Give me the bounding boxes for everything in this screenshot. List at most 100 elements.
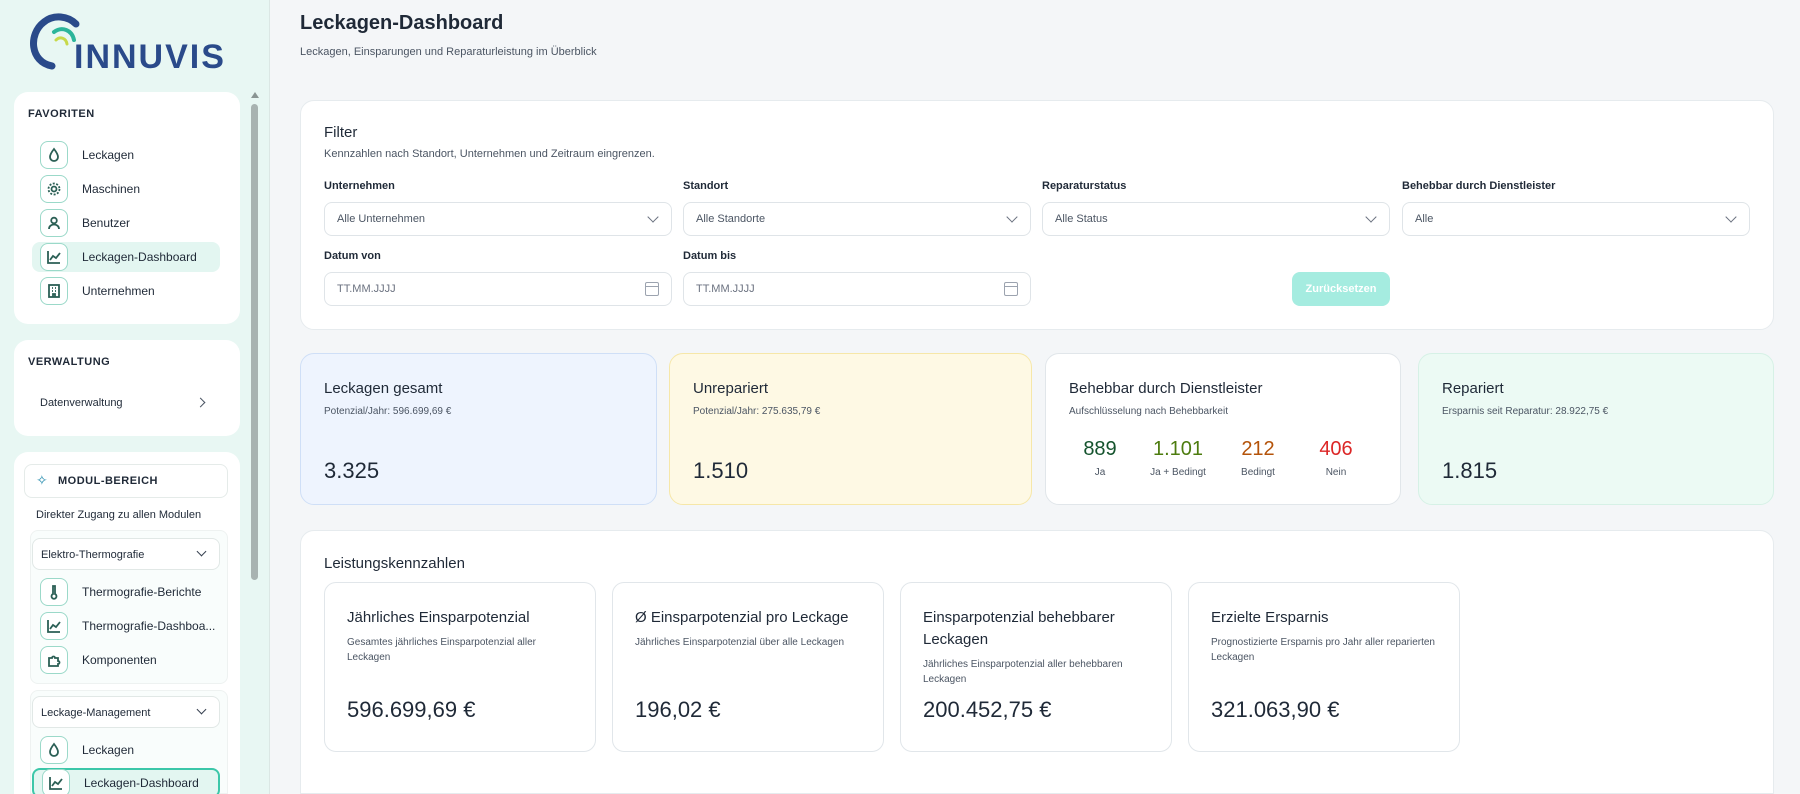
date-from-label: Datum von [324,250,381,262]
sidebar-item-leckagen-dashboard[interactable]: Leckagen-Dashboard [32,242,220,272]
kpi-total-sub: Potenzial/Jahr: 596.699,69 € [324,406,452,417]
line-chart-icon [40,243,68,271]
fixable-bedingt: 212 Bedingt [1218,438,1298,478]
sidebar-item-komponenten[interactable]: Komponenten [40,645,220,675]
perf-card-avg-potential: Ø Einsparpotenzial pro Leckage Jährliche… [612,582,884,752]
page-title: Leckagen-Dashboard [300,12,504,34]
chevron-down-icon [1006,211,1018,223]
thermometer-icon [40,578,68,606]
sidebar-item-label: Benutzer [82,216,131,230]
location-select-value: Alle Standorte [696,213,766,225]
kpi-repaired-title: Repariert [1442,380,1504,397]
module-subtitle: Direkter Zugang zu allen Modulen [36,509,202,521]
perf-card-value: 196,02 € [635,697,721,722]
kpi-fixable-card: Behebbar durch Dienstleister Aufschlüsse… [1045,353,1401,505]
sidebar-item-label: Leckagen [82,148,135,162]
location-select[interactable]: Alle Standorte [683,202,1031,236]
fixable-select[interactable]: Alle [1402,202,1750,236]
sidebar-item-leckagen-dashboard-2[interactable]: Leckagen-Dashboard [32,768,220,794]
kpi-total-value: 3.325 [324,458,380,483]
building-icon [40,277,68,305]
perf-card-value: 321.063,90 € [1211,697,1340,722]
sidebar-item-leckagen[interactable]: Leckagen [40,140,240,170]
fixable-ja-bedingt-value: 1.101 [1152,438,1204,460]
chevron-down-icon [1725,211,1737,223]
perf-card-value: 596.699,69 € [347,697,476,722]
chevron-down-icon [647,211,659,223]
perf-card-fixable-potential: Einsparpotenzial behebbarer Leckagen Jäh… [900,582,1172,752]
sidebar-item-datenverwaltung[interactable]: Datenverwaltung [40,388,210,418]
company-label: Unternehmen [324,180,395,192]
logo-text: INNUVIS [74,38,226,76]
chevron-down-icon [1365,211,1377,223]
sidebar-item-label: Datenverwaltung [40,397,123,409]
group-label: Leckage-Management [41,707,151,719]
module-title: MODUL-BEREICH [58,475,158,487]
page-subtitle: Leckagen, Einsparungen und Reparaturleis… [300,46,597,58]
company-select[interactable]: Alle Unternehmen [324,202,672,236]
date-to-input[interactable]: TT.MM.JJJJ [683,272,1031,306]
fixable-bedingt-label: Bedingt [1241,467,1275,478]
line-chart-icon [42,769,70,794]
fixable-select-value: Alle [1415,213,1434,225]
perf-card-title: Jährliches Einsparpotenzial [347,609,530,626]
kpi-total-title: Leckagen gesamt [324,380,443,397]
status-select-value: Alle Status [1055,213,1108,225]
sidebar-item-thermografie-berichte[interactable]: Thermografie-Berichte [40,577,220,607]
fixable-label: Behebbar durch Dienstleister [1402,180,1556,192]
sidebar-item-label: Leckagen-Dashboard [82,250,197,264]
sidebar-item-label: Thermografie-Dashboa... [82,619,216,633]
kpi-unrepaired-sub: Potenzial/Jahr: 275.635,79 € [693,406,821,417]
kpi-repaired-sub: Ersparnis seit Reparatur: 28.922,75 € [1442,406,1609,417]
sidebar-scrollbar[interactable] [251,104,258,580]
date-to-label: Datum bis [683,250,737,262]
logo[interactable]: INNUVIS [24,10,244,76]
performance-title: Leistungskennzahlen [324,555,465,572]
scroll-up-arrow[interactable] [251,92,259,98]
line-chart-icon [40,612,68,640]
group-toggle-thermografie[interactable]: Elektro-Thermografie [32,538,220,570]
kpi-total-card: Leckagen gesamt Potenzial/Jahr: 596.699,… [300,353,657,505]
sidebar-item-label: Maschinen [82,182,141,196]
location-label: Standort [683,180,729,192]
chevron-right-icon [195,397,206,408]
kpi-repaired-value: 1.815 [1442,458,1498,483]
sidebar-item-benutzer[interactable]: Benutzer [40,208,240,238]
company-select-value: Alle Unternehmen [337,213,426,225]
status-label: Reparaturstatus [1042,180,1127,192]
kpi-unrepaired-title: Unrepariert [693,380,769,397]
perf-card-annual-potential: Jährliches Einsparpotenzial Gesamtes jäh… [324,582,596,752]
chevron-down-icon [196,546,207,557]
group-label: Elektro-Thermografie [41,549,145,561]
sidebar-item-label: Unternehmen [82,284,155,298]
sparkle-icon: ✧ [36,472,48,488]
fixable-ja-label: Ja [1094,467,1106,478]
puzzle-icon [40,646,68,674]
calendar-icon[interactable] [1004,282,1018,296]
perf-card-sub: Prognostizierte Ersparnis pro Jahr aller… [1211,637,1435,663]
group-toggle-leckage[interactable]: Leckage-Management [32,696,220,728]
fixable-ja: 889 Ja [1060,438,1140,478]
sidebar-item-thermografie-dashboard[interactable]: Thermografie-Dashboa... [40,611,220,641]
status-select[interactable]: Alle Status [1042,202,1390,236]
sidebar-item-leckagen-2[interactable]: Leckagen [40,735,220,765]
perf-card-title: Ø Einsparpotenzial pro Leckage [635,609,849,626]
perf-card-sub: Gesamtes jährliches Einsparpotenzial all… [347,637,536,663]
filter-title: Filter [324,124,358,141]
fixable-nein-value: 406 [1319,438,1353,460]
kpi-fixable-title: Behebbar durch Dienstleister [1069,380,1263,397]
date-from-input[interactable]: TT.MM.JJJJ [324,272,672,306]
sidebar-item-label: Leckagen-Dashboard [84,776,199,790]
chevron-down-icon [196,704,207,715]
kpi-unrepaired-value: 1.510 [693,458,749,483]
sidebar-item-maschinen[interactable]: Maschinen [40,174,240,204]
reset-button[interactable]: Zurücksetzen [1292,272,1390,306]
fixable-ja-bedingt: 1.101 Ja + Bedingt [1138,438,1218,478]
filter-subtitle: Kennzahlen nach Standort, Unternehmen un… [324,148,655,160]
fixable-nein-label: Nein [1325,467,1347,478]
perf-card-value: 200.452,75 € [923,697,1052,722]
sidebar-item-unternehmen[interactable]: Unternehmen [40,276,240,306]
calendar-icon[interactable] [645,282,659,296]
sidebar: INNUVIS FAVORITEN Leckagen Maschinen Ben… [0,0,270,794]
date-to-placeholder: TT.MM.JJJJ [696,283,755,295]
